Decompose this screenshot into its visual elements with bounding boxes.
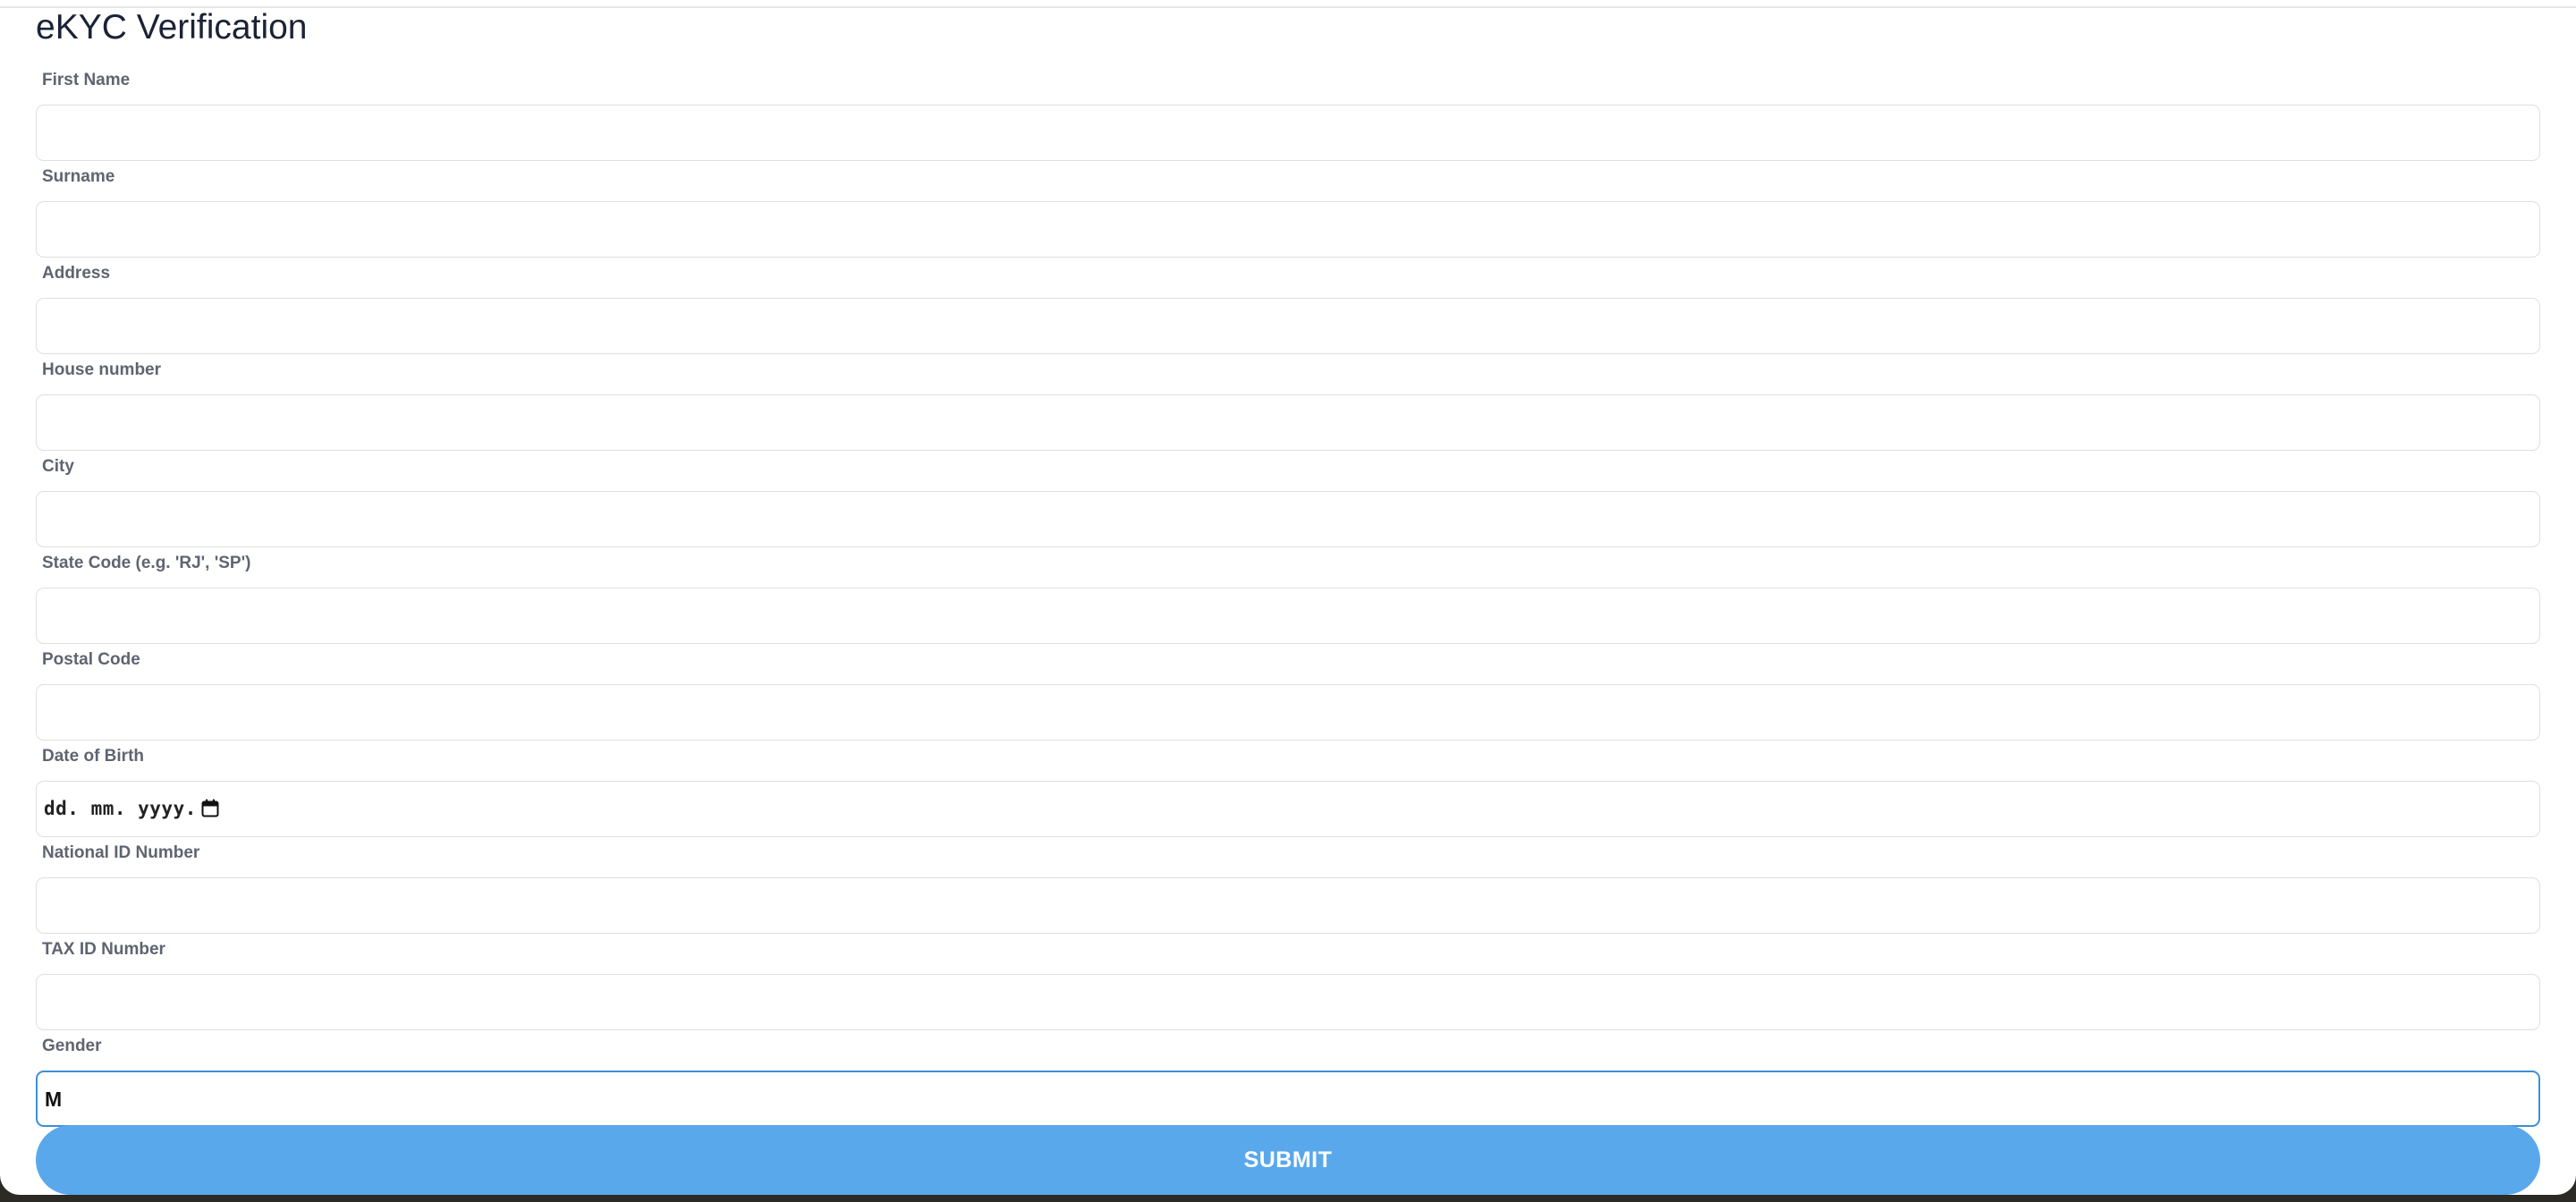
house-number-label: House number <box>42 360 162 379</box>
submit-button[interactable]: SUBMIT <box>36 1125 2540 1195</box>
state-code-label: State Code (e.g. 'RJ', 'SP') <box>42 554 251 572</box>
address-input[interactable] <box>36 298 2540 354</box>
tax-id-input[interactable] <box>36 974 2540 1030</box>
city-field: City <box>36 453 2540 547</box>
date-of-birth-label: Date of Birth <box>42 747 144 766</box>
state-code-field: State Code (e.g. 'RJ', 'SP') <box>36 550 2540 644</box>
gender-value: M <box>45 1088 63 1111</box>
page-title: eKYC Verification <box>36 8 308 47</box>
postal-code-input[interactable] <box>36 684 2540 741</box>
postal-code-label: Postal Code <box>42 650 140 669</box>
gender-label: Gender <box>42 1037 102 1055</box>
city-label: City <box>42 457 74 476</box>
surname-input[interactable] <box>36 201 2540 258</box>
national-id-field: National ID Number <box>36 840 2540 934</box>
top-divider <box>0 6 2576 8</box>
first-name-label: First Name <box>42 71 131 89</box>
postal-code-field: Postal Code <box>36 647 2540 741</box>
date-of-birth-field: Date of Birth dd. mm. yyyy. <box>36 743 2540 837</box>
state-code-input[interactable] <box>36 588 2540 644</box>
house-number-input[interactable] <box>36 394 2540 451</box>
calendar-icon[interactable] <box>201 799 219 818</box>
national-id-input[interactable] <box>36 877 2540 934</box>
tax-id-field: TAX ID Number <box>36 936 2540 1030</box>
tax-id-label: TAX ID Number <box>42 940 165 959</box>
date-placeholder: dd. mm. yyyy. <box>44 798 197 819</box>
address-field: Address <box>36 260 2540 354</box>
first-name-input[interactable] <box>36 105 2540 161</box>
city-input[interactable] <box>36 491 2540 547</box>
gender-field: Gender M <box>36 1033 2540 1127</box>
national-id-label: National ID Number <box>42 843 200 862</box>
first-name-field: First Name <box>36 67 2540 161</box>
surname-field: Surname <box>36 164 2540 258</box>
surname-label: Surname <box>42 167 115 186</box>
gender-input[interactable]: M <box>36 1071 2540 1127</box>
date-of-birth-input[interactable]: dd. mm. yyyy. <box>36 781 2540 837</box>
address-label: Address <box>42 264 111 283</box>
ekyc-form-card: eKYC Verification First Name Surname Add… <box>0 0 2576 1195</box>
house-number-field: House number <box>36 357 2540 451</box>
